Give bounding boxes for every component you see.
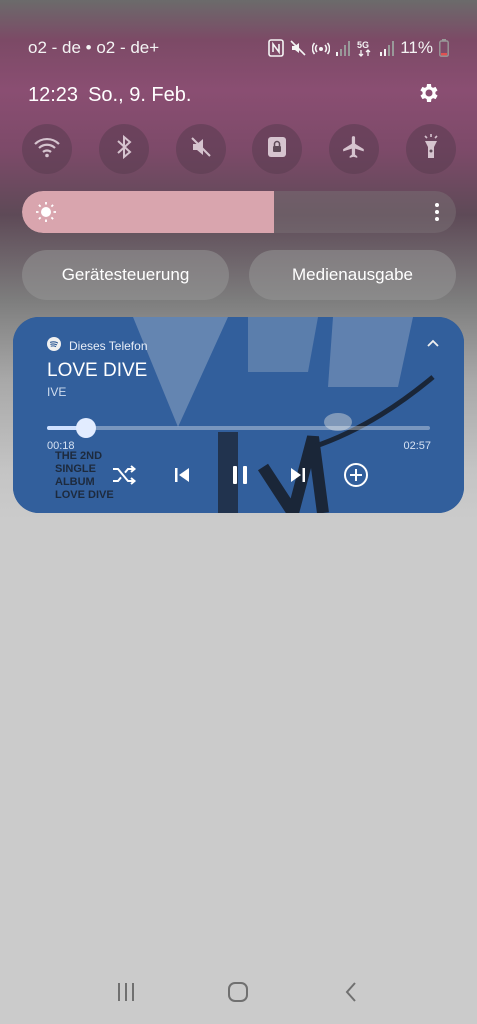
album-text-line-4: LOVE DIVE [55, 489, 114, 501]
control-buttons: Gerätesteuerung Medienausgabe [22, 250, 456, 300]
signal-icon [336, 38, 351, 58]
status-icons: 5G 11% [268, 38, 449, 58]
clock-row: 12:23 So., 9. Feb. [0, 80, 477, 110]
media-player-card[interactable]: THE 2ND SINGLE ALBUM LOVE DIVE Dieses Te… [13, 317, 464, 513]
collapse-chevron-icon[interactable] [426, 335, 440, 353]
tile-wifi[interactable] [22, 124, 72, 174]
pause-button[interactable] [225, 462, 255, 492]
settings-icon[interactable] [417, 81, 441, 110]
next-button[interactable] [283, 462, 313, 492]
track-artist: IVE [47, 385, 67, 399]
tile-flashlight[interactable] [405, 124, 456, 174]
date-label: So., 9. Feb. [88, 83, 192, 106]
battery-icon [439, 38, 449, 58]
skip-next-icon [290, 466, 306, 489]
media-output-button[interactable]: Medienausgabe [249, 250, 456, 300]
brightness-icon [35, 201, 57, 228]
time-label: 12:23 [28, 83, 79, 106]
signal-icon [380, 38, 395, 58]
spotify-icon [47, 337, 61, 354]
brightness-slider[interactable] [22, 191, 456, 233]
hotspot-icon [312, 38, 331, 58]
battery-percent: 11% [400, 38, 433, 57]
tile-rotation-lock[interactable] [252, 124, 303, 174]
flashlight-icon [422, 133, 440, 166]
brightness-fill [22, 191, 274, 233]
recent-apps-button[interactable] [106, 974, 146, 1014]
tile-bluetooth[interactable] [98, 124, 149, 174]
media-source-label: Dieses Telefon [69, 338, 148, 353]
playback-controls [109, 462, 371, 492]
pause-icon [232, 465, 248, 490]
back-icon [344, 981, 358, 1008]
device-control-button[interactable]: Gerätesteuerung [22, 250, 229, 300]
clock: 12:23 So., 9. Feb. [28, 84, 191, 107]
seek-bar-thumb[interactable] [76, 418, 97, 438]
bluetooth-icon [116, 134, 132, 165]
album-text-line-2: SINGLE [55, 463, 96, 475]
carrier-label: o2 - de • o2 - de+ [28, 38, 160, 57]
shuffle-icon [111, 464, 137, 491]
more-options-icon[interactable] [434, 201, 440, 228]
previous-button[interactable] [167, 462, 197, 492]
back-button[interactable] [331, 974, 371, 1014]
5g-icon: 5G [356, 38, 374, 58]
seek-bar[interactable] [47, 418, 430, 438]
navigation-bar [0, 972, 477, 1016]
recent-apps-icon [115, 981, 137, 1008]
shuffle-button[interactable] [109, 462, 139, 492]
home-icon [227, 981, 249, 1008]
svg-text:5G: 5G [357, 40, 369, 50]
sound-off-icon [189, 135, 213, 164]
add-to-library-button[interactable] [341, 462, 371, 492]
tile-sound[interactable] [175, 124, 226, 174]
total-time: 02:57 [403, 440, 431, 452]
track-title: LOVE DIVE [47, 360, 148, 381]
media-source: Dieses Telefon [47, 337, 148, 354]
mute-icon [290, 38, 306, 58]
airplane-icon [341, 134, 367, 165]
rotation-lock-icon [266, 135, 288, 164]
status-bar: o2 - de • o2 - de+ 5G 11% [0, 34, 477, 62]
elapsed-time: 00:18 [47, 440, 75, 452]
home-button[interactable] [218, 974, 258, 1014]
nfc-icon [268, 38, 285, 58]
tile-airplane[interactable] [329, 124, 380, 174]
album-text-line-3: ALBUM [55, 476, 95, 488]
add-circle-icon [343, 462, 369, 493]
quick-settings-tiles [22, 124, 456, 176]
wifi-icon [33, 136, 61, 163]
skip-previous-icon [174, 466, 190, 489]
